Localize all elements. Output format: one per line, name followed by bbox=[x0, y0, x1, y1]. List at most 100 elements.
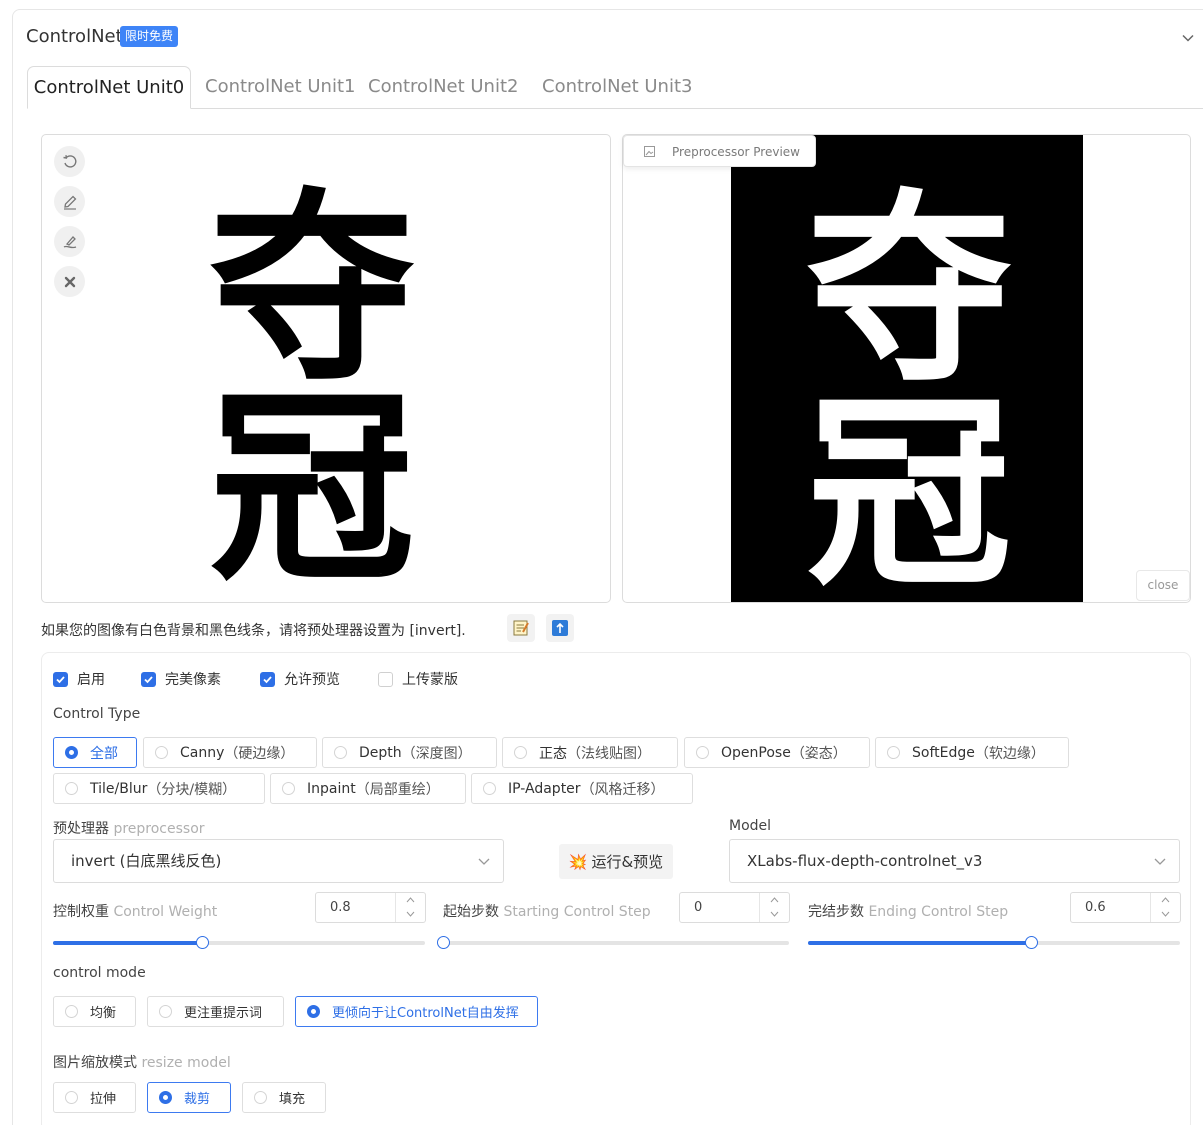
preprocessor-select[interactable]: invert (白底黑线反色) bbox=[53, 839, 504, 883]
preview-char-1: 夺 bbox=[807, 172, 1012, 410]
control-type-inpaint[interactable]: Inpaint （局部重绘） bbox=[270, 773, 466, 804]
tab-unit0[interactable]: ControlNet Unit0 bbox=[27, 66, 191, 109]
pencil-icon[interactable] bbox=[54, 186, 85, 217]
checkbox-label: 上传蒙版 bbox=[402, 672, 458, 688]
chevron-down-icon[interactable] bbox=[770, 911, 779, 918]
chevron-down-icon[interactable] bbox=[1180, 30, 1196, 46]
option-sub: （风格迁移） bbox=[580, 781, 665, 798]
radio-icon bbox=[887, 746, 900, 759]
undo-icon[interactable] bbox=[54, 146, 85, 177]
chevron-down-icon[interactable] bbox=[1161, 911, 1170, 918]
control-weight-label: 控制权重 Control Weight bbox=[53, 901, 217, 921]
radio-icon bbox=[334, 746, 347, 759]
canvas-artwork: 夺 冠 bbox=[210, 171, 415, 602]
brush-icon[interactable] bbox=[54, 226, 85, 257]
canvas-char-2: 冠 bbox=[210, 371, 415, 602]
radio-icon bbox=[159, 1005, 172, 1018]
control-weight-slider[interactable] bbox=[53, 936, 425, 949]
preview-label: Preprocessor Preview bbox=[623, 135, 816, 167]
control-type-ip-adapter[interactable]: IP-Adapter （风格迁移） bbox=[471, 773, 693, 804]
model-select[interactable]: XLabs-flux-depth-controlnet_v3 bbox=[729, 839, 1180, 883]
tab-unit3[interactable]: ControlNet Unit3 bbox=[542, 76, 692, 97]
option-sub: （局部重绘） bbox=[355, 781, 440, 798]
starting-step-input[interactable]: 0 bbox=[679, 892, 790, 923]
ending-step-value: 0.6 bbox=[1085, 900, 1106, 915]
radio-icon bbox=[159, 1091, 172, 1104]
resize-fill[interactable]: 填充 bbox=[242, 1082, 326, 1113]
starting-step-label: 起始步数 Starting Control Step bbox=[443, 901, 651, 921]
pixel-perfect-checkbox[interactable]: 完美像素 bbox=[141, 671, 221, 688]
option-label: 正态 bbox=[539, 745, 567, 762]
slider-label-sub: Starting Control Step bbox=[503, 904, 651, 920]
radio-icon bbox=[307, 1005, 320, 1018]
run-preview-label: 运行&预览 bbox=[591, 853, 664, 871]
control-type-canny[interactable]: Canny （硬边缘） bbox=[143, 737, 317, 768]
control-type-depth[interactable]: Depth （深度图） bbox=[322, 737, 497, 768]
invert-hint: 如果您的图像有白色背景和黑色线条，请将预处理器设置为 [invert]. bbox=[41, 623, 466, 639]
option-sub: （硬边缘） bbox=[224, 745, 295, 762]
control-type-tile-blur[interactable]: Tile/Blur （分块/模糊） bbox=[53, 773, 265, 804]
option-label: IP-Adapter bbox=[508, 780, 581, 797]
run-preview-button[interactable]: 💥 运行&预览 bbox=[559, 844, 673, 879]
option-sub: （深度图） bbox=[401, 745, 472, 762]
control-mode-balanced[interactable]: 均衡 bbox=[53, 996, 136, 1027]
control-type-openpose[interactable]: OpenPose （姿态） bbox=[684, 737, 870, 768]
resize-crop[interactable]: 裁剪 bbox=[147, 1082, 231, 1113]
slider-handle[interactable] bbox=[437, 936, 450, 949]
resize-stretch[interactable]: 拉伸 bbox=[53, 1082, 136, 1113]
option-label: OpenPose bbox=[721, 744, 791, 761]
checkbox-checked-icon bbox=[141, 671, 156, 687]
chevron-down-icon[interactable] bbox=[406, 911, 415, 918]
control-mode-controlnet[interactable]: 更倾向于让ControlNet自由发挥 bbox=[295, 996, 538, 1027]
control-weight-input[interactable]: 0.8 bbox=[315, 892, 426, 923]
tab-unit1[interactable]: ControlNet Unit1 bbox=[205, 76, 355, 97]
option-label: 拉伸 bbox=[90, 1092, 117, 1107]
chevron-up-icon[interactable] bbox=[770, 896, 779, 903]
preview-image: 夺 冠 bbox=[731, 135, 1083, 614]
image-canvas[interactable]: 夺 冠 bbox=[41, 134, 611, 603]
control-type-softedge[interactable]: SoftEdge （软边缘） bbox=[875, 737, 1069, 768]
send-dimensions-icon[interactable] bbox=[546, 614, 574, 642]
radio-icon bbox=[65, 746, 78, 759]
radio-icon bbox=[696, 746, 709, 759]
option-label: 裁剪 bbox=[184, 1092, 211, 1107]
starting-step-slider[interactable] bbox=[437, 936, 789, 949]
option-sub: （姿态） bbox=[790, 745, 847, 762]
ending-step-input[interactable]: 0.6 bbox=[1070, 892, 1181, 923]
enable-checkbox[interactable]: 启用 bbox=[53, 671, 105, 688]
slider-label-sub: Ending Control Step bbox=[868, 904, 1009, 920]
tabs-divider bbox=[191, 108, 1203, 109]
chevron-up-icon[interactable] bbox=[1161, 896, 1170, 903]
control-type-all[interactable]: 全部 bbox=[53, 737, 137, 768]
tab-unit2[interactable]: ControlNet Unit2 bbox=[368, 76, 518, 97]
stepper[interactable] bbox=[759, 893, 789, 922]
chevron-up-icon[interactable] bbox=[406, 896, 415, 903]
chevron-down-icon bbox=[478, 858, 490, 865]
upload-mask-checkbox[interactable]: 上传蒙版 bbox=[378, 671, 458, 688]
radio-icon bbox=[254, 1091, 267, 1104]
control-type-normal[interactable]: 正态 （法线贴图） bbox=[502, 737, 678, 768]
radio-icon bbox=[282, 782, 295, 795]
stepper[interactable] bbox=[395, 893, 425, 922]
ending-step-slider[interactable] bbox=[808, 936, 1180, 949]
collision-icon: 💥 bbox=[568, 852, 588, 871]
close-preview-button[interactable]: close bbox=[1136, 570, 1190, 601]
option-sub: （软边缘） bbox=[974, 745, 1045, 762]
option-sub: （分块/模糊） bbox=[147, 781, 237, 798]
memo-icon[interactable] bbox=[507, 614, 535, 642]
ending-step-label: 完结步数 Ending Control Step bbox=[808, 901, 1008, 921]
option-label: 填充 bbox=[279, 1092, 306, 1107]
option-label: Depth bbox=[359, 744, 402, 761]
clear-icon[interactable] bbox=[54, 266, 85, 297]
preview-label-text: Preprocessor Preview bbox=[672, 145, 800, 159]
image-icon bbox=[644, 146, 655, 157]
option-label: 更注重提示词 bbox=[184, 1006, 263, 1021]
slider-handle[interactable] bbox=[195, 936, 209, 949]
checkbox-checked-icon bbox=[53, 671, 68, 687]
option-label: Tile/Blur bbox=[90, 780, 148, 797]
allow-preview-checkbox[interactable]: 允许预览 bbox=[260, 671, 340, 688]
stepper[interactable] bbox=[1150, 893, 1180, 922]
control-mode-prompt[interactable]: 更注重提示词 bbox=[147, 996, 284, 1027]
panel-title: ControlNet bbox=[26, 26, 123, 47]
option-label: Inpaint bbox=[307, 780, 356, 797]
